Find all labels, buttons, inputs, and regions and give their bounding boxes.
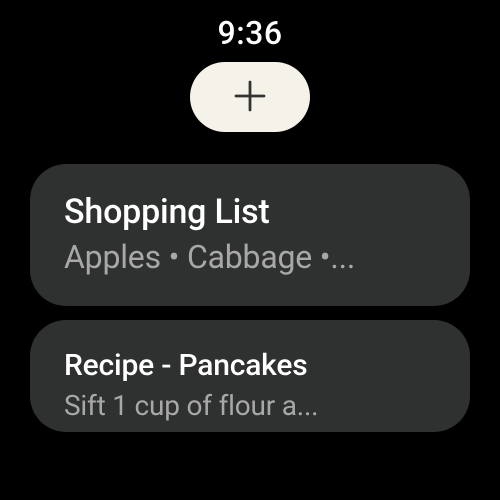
add-note-button[interactable]	[190, 62, 310, 132]
note-card[interactable]: Recipe - Pancakes Sift 1 cup of flour a.…	[30, 320, 470, 432]
note-card[interactable]: Shopping List Apples • Cabbage •...	[30, 164, 470, 306]
plus-icon	[229, 75, 271, 120]
note-title: Recipe - Pancakes	[64, 348, 436, 383]
notes-list: Shopping List Apples • Cabbage •... Reci…	[0, 164, 500, 432]
note-preview: Sift 1 cup of flour a...	[64, 389, 436, 422]
note-preview: Apples • Cabbage •...	[64, 238, 436, 276]
status-time: 9:36	[218, 14, 283, 52]
note-title: Shopping List	[64, 192, 436, 232]
